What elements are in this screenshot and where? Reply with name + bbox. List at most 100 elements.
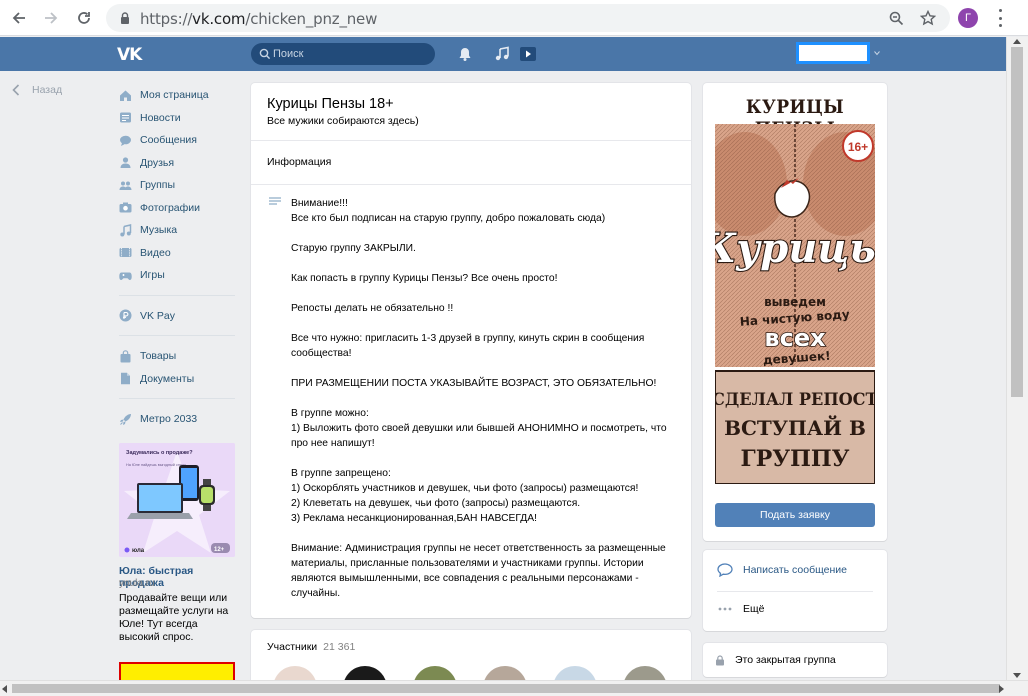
write-message-label: Написать сообщение (743, 564, 847, 576)
description-line: 3) Реклама несанкционированная,БАН НАВСЕ… (291, 513, 537, 524)
document-icon (121, 373, 130, 385)
divider (251, 184, 691, 185)
notifications-bell-icon[interactable] (457, 46, 473, 62)
group-cover-card: КУРИЦЫ ПЕНЗЫ 16+ Курицы выведем На чисту… (703, 83, 887, 541)
more-actions-button[interactable]: Ещё (717, 602, 764, 616)
sidebar-item-label: VK Pay (140, 309, 176, 322)
description-line: В группе запрещено: (291, 468, 391, 479)
address-bar[interactable]: https://vk.com/chicken_pnz_new (106, 4, 950, 32)
sidebar-item-my-page[interactable]: Моя страница (119, 84, 235, 107)
news-icon (120, 112, 131, 123)
sidebar-item-documents[interactable]: Документы (119, 368, 235, 391)
ad-banner-2[interactable] (119, 662, 235, 680)
search-input[interactable] (273, 46, 423, 62)
sidebar-item-friends[interactable]: Друзья (119, 152, 235, 175)
horizontal-scrollbar[interactable] (0, 680, 1028, 696)
messages-icon (120, 135, 131, 146)
closed-group-label: Это закрытая группа (735, 654, 836, 666)
ad-banner-age: 12+ (214, 547, 225, 553)
members-title[interactable]: Участники 21 361 (267, 641, 355, 653)
page-title: Курицы Пензы 18+ (267, 96, 394, 112)
description-line: Внимание!!! (291, 198, 348, 209)
description-line: Внимание: Администрация группы не несет … (291, 543, 666, 599)
url-host: vk.com (192, 10, 246, 28)
sidebar-item-messages[interactable]: Сообщения (119, 129, 235, 152)
browser-menu-icon[interactable] (996, 9, 1004, 27)
description-spacer (291, 361, 683, 376)
lock-icon (716, 654, 724, 665)
sidebar-item-games[interactable]: Игры (119, 264, 235, 287)
scrollbar-thumb[interactable] (12, 684, 1000, 693)
sidebar-item-label: Игры (140, 269, 165, 282)
description-spacer (291, 226, 683, 241)
description-spacer (291, 391, 683, 406)
menu-divider (119, 335, 235, 336)
player-play-icon[interactable] (520, 46, 536, 62)
cover-bottom-3: ГРУППУ (741, 446, 850, 472)
browser-toolbar: https://vk.com/chicken_pnz_new Г (0, 0, 1028, 36)
gamepad-icon (119, 272, 132, 280)
age-badge: 16+ (848, 140, 868, 154)
ad-banner-subtitle: На Юле найдешь выгодный спрос (126, 463, 186, 467)
divider (717, 591, 873, 592)
scrollbar-thumb[interactable] (1011, 47, 1023, 397)
zoom-icon[interactable] (888, 10, 904, 26)
ad-text: Продавайте вещи или размещайте услуги на… (119, 592, 229, 643)
sidebar-item-metro-2033[interactable]: Метро 2033 (119, 408, 235, 431)
vk-logo[interactable]: VK (117, 45, 145, 65)
sidebar-item-groups[interactable]: Группы (119, 174, 235, 197)
group-status: Все мужики собираются здесь) (267, 115, 419, 127)
group-info-card: Курицы Пензы 18+ Все мужики собираются з… (251, 83, 691, 618)
vk-top-bar: VK (0, 37, 1006, 71)
write-message-button[interactable]: Написать сообщение (717, 563, 847, 577)
description-line: 1) Оскорблять участников и девушек, чьи … (291, 483, 639, 494)
music-icon (120, 223, 132, 237)
description-line: ПРИ РАЗМЕЩЕНИИ ПОСТА УКАЗЫВАЙТЕ ВОЗРАСТ,… (291, 378, 657, 389)
side-menu: Моя страница Новости Сообщения Друзья Гр… (119, 84, 235, 431)
back-link[interactable]: Назад (12, 84, 62, 96)
sidebar-item-photos[interactable]: Фотографии (119, 197, 235, 220)
description-line: В группе можно: (291, 408, 369, 419)
group-actions-card: Написать сообщение Ещё (703, 550, 887, 631)
sidebar-item-label: Моя страница (140, 89, 209, 102)
back-label: Назад (32, 84, 63, 96)
ad-domain[interactable]: youla.ru (119, 578, 155, 589)
description-line: 2) Клеветать на девушек, чьи фото (запро… (291, 498, 581, 509)
reload-icon[interactable] (73, 7, 95, 29)
profile-avatar[interactable]: Г (958, 8, 978, 28)
vertical-scrollbar[interactable] (1006, 37, 1028, 680)
members-label: Участники (267, 641, 318, 653)
more-dots-icon (718, 607, 732, 611)
apply-button[interactable]: Подать заявку (715, 503, 875, 527)
search-box[interactable] (251, 43, 435, 65)
description-line: Все кто был подписан на старую группу, д… (291, 213, 606, 224)
scroll-down-arrow-icon[interactable] (1013, 673, 1021, 678)
chevron-down-icon[interactable] (874, 50, 880, 56)
sidebar-item-music[interactable]: Музыка (119, 219, 235, 242)
chevron-left-icon (12, 84, 20, 96)
sidebar-item-label: Видео (140, 246, 171, 259)
search-icon (259, 48, 271, 60)
scroll-up-arrow-icon[interactable] (1013, 39, 1021, 44)
url-text: https://vk.com/chicken_pnz_new (140, 10, 377, 28)
menu-divider (119, 398, 235, 399)
ad-banner[interactable]: Задумались о продаже? На Юле найдешь выг… (119, 443, 235, 557)
scroll-right-arrow-icon[interactable] (999, 685, 1004, 693)
scroll-left-arrow-icon[interactable] (2, 685, 7, 693)
bag-icon (120, 349, 131, 363)
sidebar-item-news[interactable]: Новости (119, 107, 235, 130)
sidebar-item-goods[interactable]: Товары (119, 345, 235, 368)
more-actions-label: Ещё (743, 603, 765, 615)
user-menu[interactable] (796, 42, 870, 64)
vkpay-icon (119, 309, 132, 322)
group-cover-image: 16+ Курицы выведем На чистую воду всех д… (715, 124, 875, 484)
forward-arrow-icon[interactable] (40, 7, 62, 29)
sidebar-item-video[interactable]: Видео (119, 242, 235, 265)
music-note-icon[interactable] (494, 46, 510, 62)
description-lines-icon (269, 197, 281, 205)
back-arrow-icon[interactable] (8, 7, 30, 29)
sidebar-item-vk-pay[interactable]: VK Pay (119, 305, 235, 328)
ad-banner-illustration: Задумались о продаже? На Юле найдешь выг… (119, 443, 235, 557)
description-line: Репосты делать не обязательно !! (291, 303, 454, 314)
bookmark-star-icon[interactable] (920, 10, 936, 26)
